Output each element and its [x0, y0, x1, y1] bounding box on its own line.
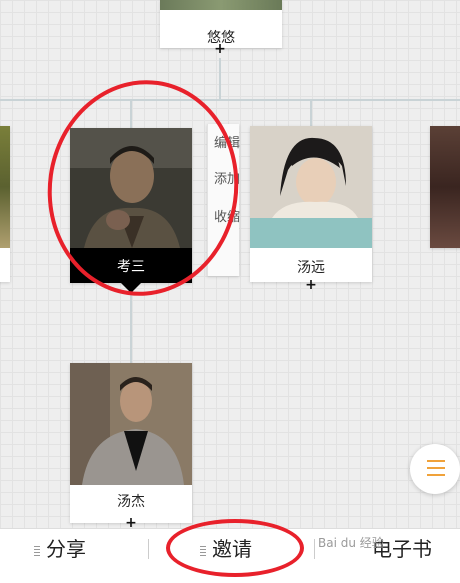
connector-line [130, 100, 132, 128]
expand-plus-icon[interactable]: + [124, 516, 138, 528]
menu-item-collapse[interactable]: 收缩 [214, 206, 240, 225]
menu-item-edit[interactable]: 编辑 [214, 132, 240, 151]
selection-pointer [121, 283, 141, 293]
toolbar-divider [148, 539, 149, 559]
connector-line [130, 293, 132, 363]
invite-button[interactable]: 邀请 [200, 529, 252, 583]
family-tree-canvas[interactable]: 悠悠 + 考三 编辑 添加 收缩 汤远 + 汤杰 + [0, 0, 460, 528]
person-photo [250, 126, 372, 248]
person-card-partial-right[interactable] [430, 126, 460, 248]
person-card-selected[interactable]: 考三 [70, 128, 192, 293]
connector-line [310, 100, 312, 126]
watermark: Bai du 经验 [318, 536, 384, 550]
grip-icon [34, 545, 40, 556]
person-card-tangyuan[interactable]: 汤远 [250, 126, 372, 282]
expand-plus-icon[interactable]: + [304, 278, 318, 292]
person-photo [70, 128, 192, 248]
person-name: 考三 [70, 248, 192, 283]
person-card-partial-left[interactable] [0, 126, 10, 282]
person-card-tangjie[interactable]: 汤杰 [70, 363, 192, 523]
expand-plus-icon[interactable]: + [213, 42, 227, 56]
invite-label: 邀请 [212, 537, 252, 561]
grip-icon [200, 545, 206, 556]
bottom-toolbar: 分享 邀请 电子书 [0, 528, 460, 583]
menu-item-add[interactable]: 添加 [214, 168, 240, 187]
toolbar-divider [314, 539, 315, 559]
menu-icon [427, 460, 445, 481]
share-label: 分享 [46, 537, 86, 561]
connector-line [219, 58, 221, 100]
floating-menu-button[interactable] [410, 444, 460, 494]
node-context-menu: 编辑 添加 收缩 [207, 124, 240, 276]
person-portrait-icon [250, 126, 372, 248]
person-photo [430, 126, 460, 248]
person-portrait-icon [70, 363, 192, 485]
person-portrait-icon [70, 128, 192, 248]
connector-line [0, 99, 460, 101]
person-photo [160, 0, 282, 10]
person-photo [70, 363, 192, 485]
person-photo [0, 126, 10, 248]
share-button[interactable]: 分享 [34, 529, 86, 583]
